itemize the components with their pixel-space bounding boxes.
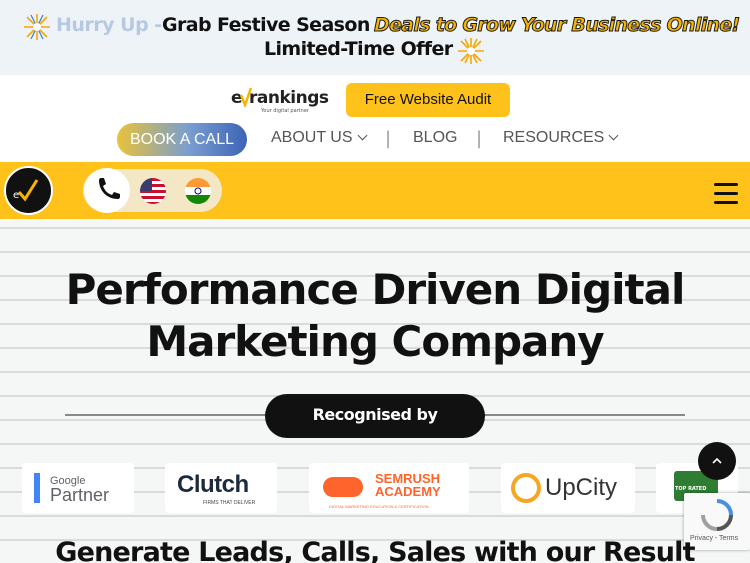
upcity-text: UpCity [545, 474, 618, 501]
clutch-text: Clutch [177, 471, 249, 498]
top-rated-text: TOP RATED [675, 486, 707, 492]
book-a-call-button[interactable]: BOOK A CALL [117, 123, 247, 156]
grab-text: Grab Festive Season [162, 14, 370, 36]
divider-right [475, 414, 685, 416]
logo-text: rankings [249, 88, 329, 108]
hero-title: Performance Driven Digital Marketing Com… [0, 264, 750, 368]
semrush-academy-badge: SEMRUSH ACADEMY DIGITAL MARKETING EDUCAT… [309, 463, 469, 513]
deals-text[interactable]: Deals to Grow Your Business Online! [373, 14, 740, 37]
logo-tagline: Your digital partner [261, 108, 309, 114]
google-partner-badge: Google Partner [22, 463, 134, 513]
semrush-wordmark: SEMRUSH ACADEMY [375, 472, 441, 498]
nav-separator: | [476, 128, 483, 149]
recaptcha-icon [701, 499, 733, 531]
offer-text: Limited-Time Offer [264, 38, 453, 60]
free-website-audit-button[interactable]: Free Website Audit [346, 83, 510, 117]
hamburger-menu-icon[interactable] [714, 183, 738, 205]
scroll-to-top-button[interactable] [698, 442, 736, 480]
nav-blog[interactable]: BLOG [413, 129, 457, 147]
semrush-subtext: DIGITAL MARKETING EDUCATION & CERTIFICAT… [329, 504, 429, 509]
hero-title-line1: Performance Driven Digital [65, 265, 686, 314]
hero-title-line2: Marketing Company [146, 317, 604, 366]
nav-resources[interactable]: RESOURCES [503, 129, 619, 147]
promo-banner: Hurry Up - Grab Festive Season Deals to … [0, 0, 750, 75]
chevron-up-icon [712, 457, 722, 464]
section-subheading: Generate Leads, Calls, Sales with our Re… [55, 537, 695, 563]
phone-icon [99, 178, 120, 199]
academy-text: ACADEMY [375, 484, 441, 499]
google-logo-icon [34, 473, 40, 503]
svg-text:e: e [13, 190, 19, 201]
chevron-down-icon [608, 130, 619, 141]
india-flag-icon[interactable] [185, 178, 211, 204]
recognised-by-label: Recognised by [265, 394, 485, 438]
nav-about-us[interactable]: ABOUT US [271, 129, 367, 147]
nav-about-label: ABOUT US [271, 129, 353, 146]
nav-resources-label: RESOURCES [503, 129, 605, 146]
upcity-logo-icon [511, 473, 541, 503]
sparkle-burst-icon [458, 38, 484, 64]
clutch-subtext: FIRMS THAT DELIVER [203, 500, 256, 506]
chevron-down-icon [357, 130, 367, 141]
phone-button[interactable] [84, 168, 130, 213]
us-flag-icon[interactable] [140, 178, 166, 204]
semrush-logo-icon [323, 477, 363, 497]
partner-text: Partner [50, 485, 110, 505]
clutch-badge: Clutch FIRMS THAT DELIVER [165, 463, 277, 513]
divider-left [65, 414, 275, 416]
brand-logo[interactable]: e rankings Your digital partner [231, 85, 341, 117]
hurry-text: Hurry Up - [56, 14, 162, 36]
nav-separator: | [385, 128, 392, 149]
upcity-badge: UpCity [501, 463, 635, 513]
brand-mark-icon[interactable]: e [4, 166, 53, 215]
